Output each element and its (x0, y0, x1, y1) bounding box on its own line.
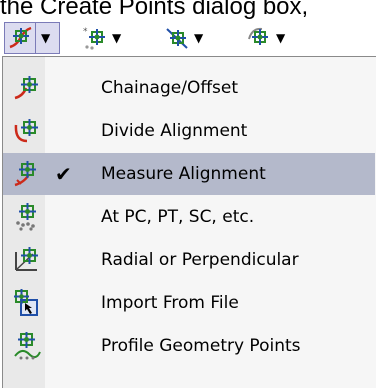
menu-item-import-from-file[interactable]: Import From File (3, 282, 375, 324)
miscellaneous-points-icon: * (83, 27, 105, 50)
chevron-down-icon[interactable]: ▼ (112, 32, 121, 44)
menu-item-at-pc-pt-sc[interactable]: At PC, PT, SC, etc. (3, 196, 375, 238)
menu-item-label: Measure Alignment (101, 164, 266, 184)
svg-text:*: * (83, 27, 88, 37)
radial-perpendicular-icon (15, 247, 38, 271)
split-separator (35, 23, 36, 53)
surface-points-dropdown-button[interactable]: ▼ (246, 22, 285, 54)
points-toolbar: ▼ * ▼ ▼ ▼ (0, 20, 383, 56)
menu-item-radial-perpendicular[interactable]: Radial or Perpendicular (3, 239, 375, 281)
menu-item-label: Radial or Perpendicular (101, 250, 299, 270)
alignment-points-menu: Chainage/Offset Divide Alignment ✔ Measu… (2, 56, 376, 388)
miscellaneous-points-dropdown-button[interactable]: * ▼ (82, 22, 121, 54)
caption-text: the Create Points dialog box, (0, 0, 309, 20)
menu-item-measure-alignment[interactable]: ✔ Measure Alignment (3, 153, 375, 195)
chainage-offset-icon (14, 76, 38, 100)
menu-item-label: Import From File (101, 293, 239, 313)
chevron-down-icon[interactable]: ▼ (41, 32, 50, 44)
intersection-points-icon (166, 28, 188, 49)
menu-item-label: At PC, PT, SC, etc. (101, 207, 255, 227)
menu-item-profile-geometry-points[interactable]: Profile Geometry Points (3, 325, 375, 367)
checkmark-icon: ✔ (55, 162, 72, 186)
alignment-points-icon (9, 26, 32, 49)
intersection-points-dropdown-button[interactable]: ▼ (164, 22, 203, 54)
surface-points-icon (248, 27, 268, 45)
divide-alignment-icon (14, 119, 38, 143)
menu-item-label: Profile Geometry Points (101, 336, 301, 356)
menu-item-label: Chainage/Offset (101, 78, 239, 98)
menu-item-divide-alignment[interactable]: Divide Alignment (3, 110, 375, 152)
import-from-file-icon (14, 289, 38, 316)
chevron-down-icon[interactable]: ▼ (194, 32, 203, 44)
chevron-down-icon[interactable]: ▼ (276, 32, 285, 44)
menu-item-label: Divide Alignment (101, 121, 248, 141)
measure-alignment-icon (14, 161, 36, 187)
menu-item-chainage-offset[interactable]: Chainage/Offset (3, 67, 375, 109)
profile-geometry-icon (14, 332, 41, 360)
alignment-points-dropdown-button[interactable]: ▼ (4, 22, 60, 54)
geometry-points-icon (16, 203, 36, 231)
